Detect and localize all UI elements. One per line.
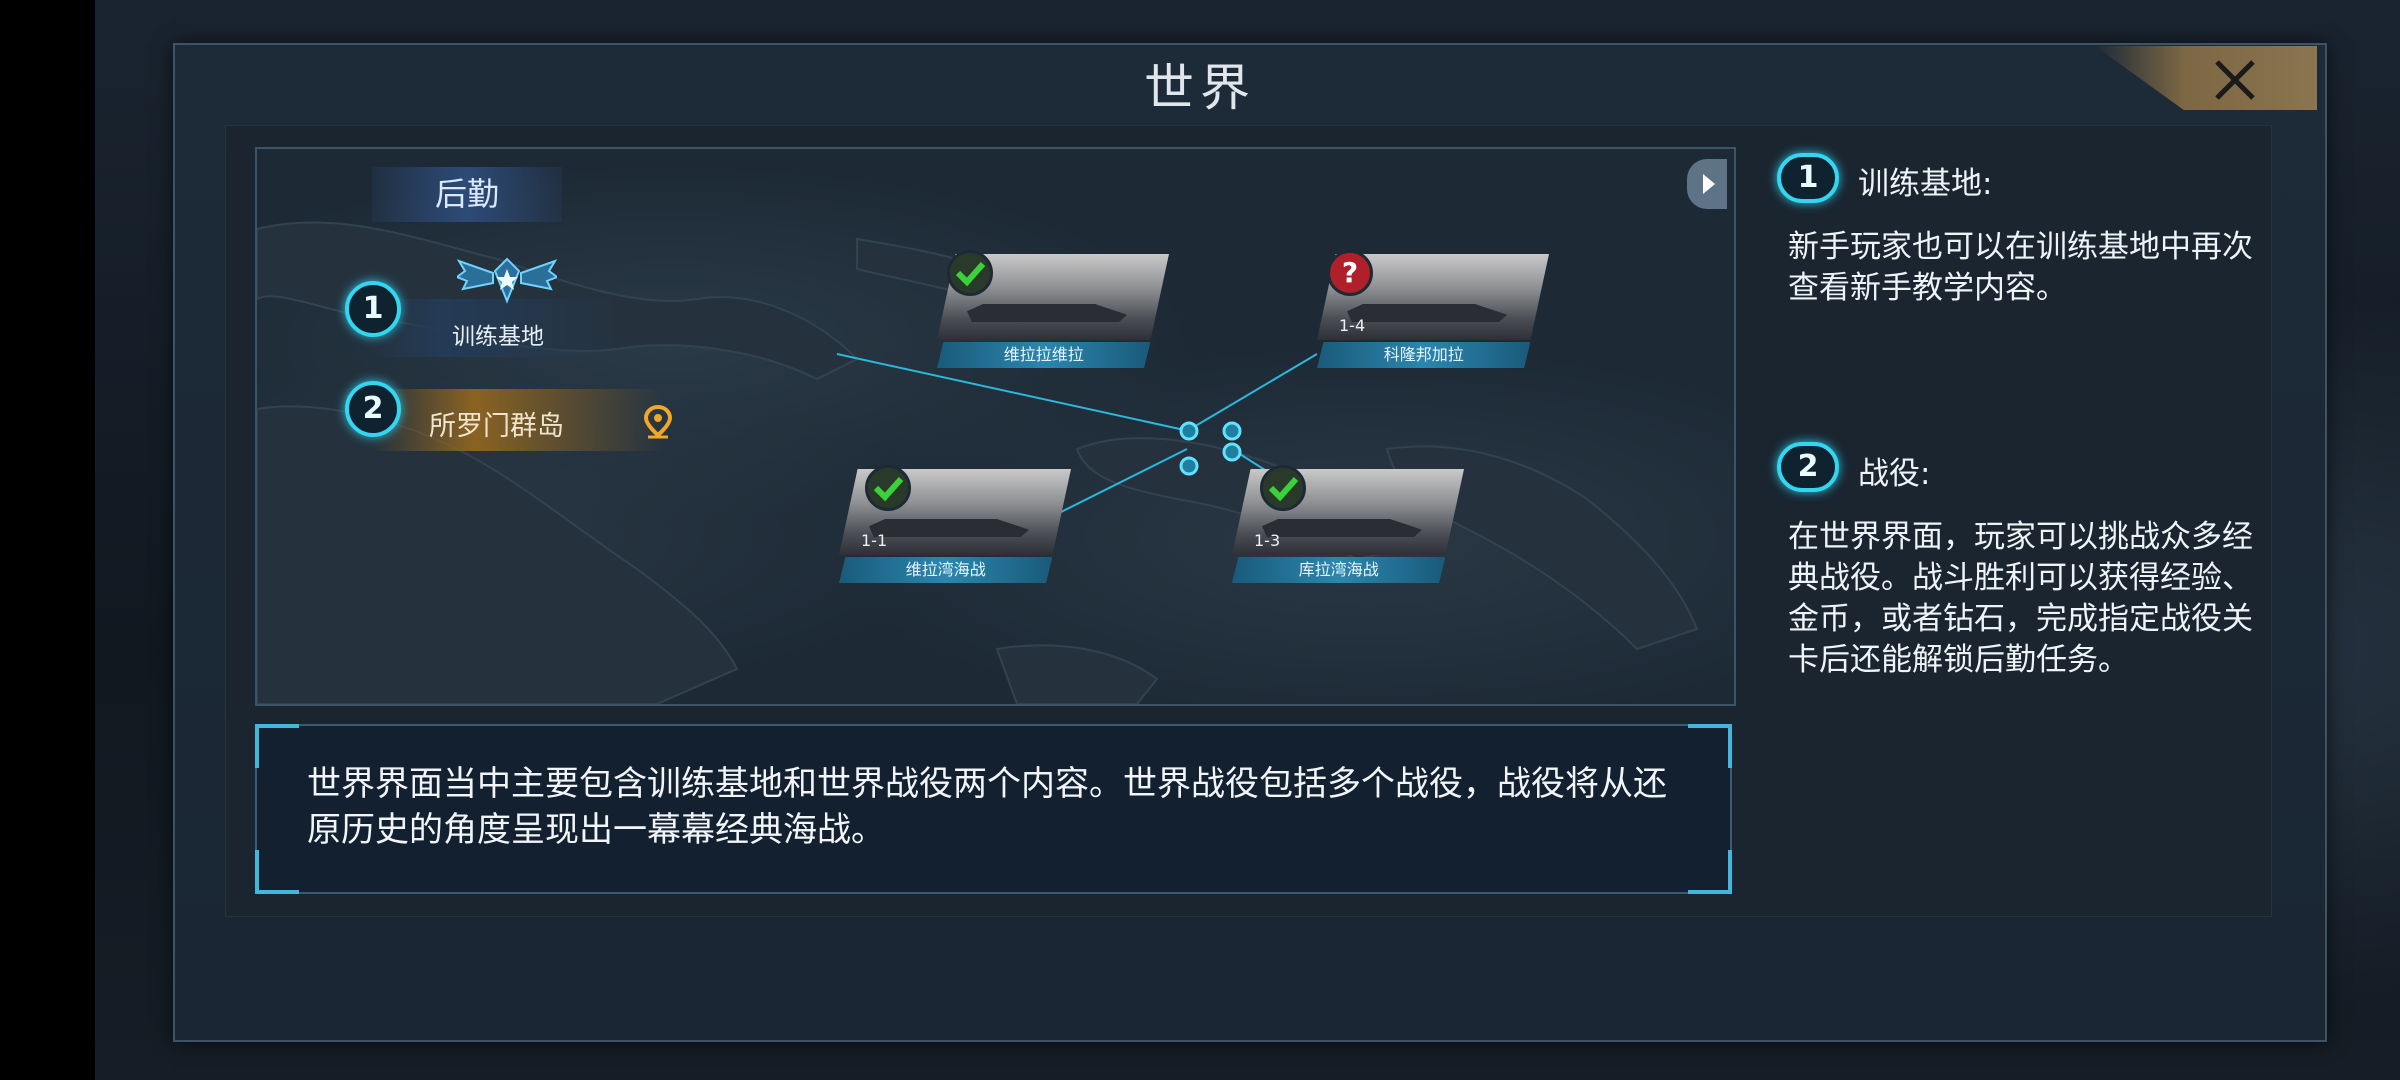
battle-name: 维拉拉维拉 bbox=[937, 342, 1151, 368]
battle-stage: 1-3 bbox=[1254, 531, 1281, 550]
battle-name: 库拉湾海战 bbox=[1232, 557, 1446, 583]
side-number-badge-2: 2 bbox=[1777, 442, 1839, 492]
expand-arrow-button[interactable] bbox=[1687, 159, 1727, 209]
logistics-tab[interactable]: 后勤 bbox=[372, 167, 562, 222]
dialog-title: 世界 bbox=[1144, 59, 1256, 117]
ship-silhouette bbox=[869, 519, 1029, 537]
question-icon: ? bbox=[1327, 250, 1373, 296]
ship-silhouette bbox=[1262, 519, 1422, 537]
check-icon bbox=[1260, 465, 1306, 511]
check-icon bbox=[865, 465, 911, 511]
ship-silhouette bbox=[967, 304, 1127, 322]
side-number-badge-1: 1 bbox=[1777, 153, 1839, 203]
battle-stage: 1-4 bbox=[1339, 316, 1366, 335]
description-text: 世界界面当中主要包含训练基地和世界战役两个内容。世界战役包括多个战役，战役将从还… bbox=[307, 764, 1667, 850]
wings-emblem-icon bbox=[457, 257, 557, 304]
battle-name: 科隆邦加拉 bbox=[1317, 342, 1531, 368]
side-heading-campaign: 战役: bbox=[1858, 456, 1931, 492]
description-box: 世界界面当中主要包含训练基地和世界战役两个内容。世界战役包括多个战役，战役将从还… bbox=[255, 724, 1732, 894]
solomon-islands-label: 所罗门群岛 bbox=[429, 411, 564, 442]
training-number-badge: 1 bbox=[345, 281, 401, 337]
battle-name: 维拉湾海战 bbox=[839, 557, 1053, 583]
frame-corner bbox=[255, 850, 299, 894]
frame-corner bbox=[1688, 850, 1732, 894]
battle-card-kula-gulf[interactable]: 1-3 库拉湾海战 bbox=[1232, 465, 1464, 587]
battle-card-vella-lavella[interactable]: 维拉拉维拉 bbox=[937, 250, 1169, 372]
location-pin-icon bbox=[643, 405, 673, 439]
side-heading-training: 训练基地: bbox=[1858, 166, 1993, 202]
training-base-label: 训练基地 bbox=[452, 324, 544, 350]
world-map-preview: 后勤 1 训练基地 2 所罗门群岛 维拉拉维拉 1-4 科隆邦加拉 ? 1-1 bbox=[255, 147, 1736, 706]
screen-edge bbox=[0, 0, 95, 1080]
battle-card-vella-gulf[interactable]: 1-1 维拉湾海战 bbox=[839, 465, 1071, 587]
battle-stage: 1-1 bbox=[861, 531, 888, 550]
side-body-campaign: 在世界界面，玩家可以挑战众多经典战役。战斗胜利可以获得经验、金币，或者钻石，完成… bbox=[1788, 519, 2253, 678]
frame-corner bbox=[255, 724, 299, 768]
solomon-number-badge: 2 bbox=[345, 381, 401, 437]
battle-card-kolombangara[interactable]: 1-4 科隆邦加拉 ? bbox=[1317, 250, 1549, 372]
close-x-icon[interactable] bbox=[2205, 50, 2265, 110]
side-body-training: 新手玩家也可以在训练基地中再次查看新手教学内容。 bbox=[1788, 229, 2253, 306]
frame-corner bbox=[1688, 724, 1732, 768]
check-icon bbox=[947, 250, 993, 296]
ship-silhouette bbox=[1347, 304, 1507, 322]
